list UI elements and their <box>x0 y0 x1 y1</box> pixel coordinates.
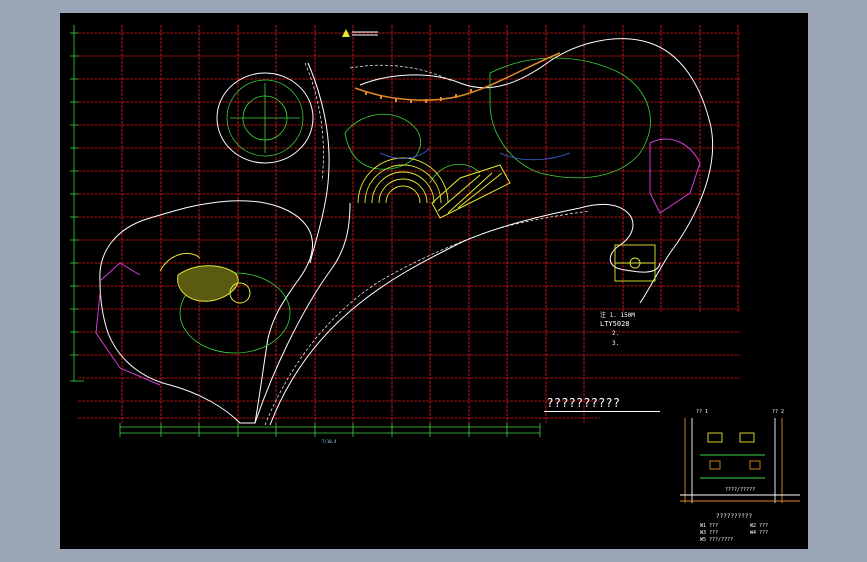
note-line-2: 2. <box>612 330 620 337</box>
road-lines <box>264 62 591 426</box>
promenade-marks <box>365 89 472 103</box>
note-1-value: 150M <box>620 312 635 319</box>
basketball-court <box>614 244 656 282</box>
detail-legend-5: W5 ???/???? <box>700 537 734 543</box>
detail-legend-1: W1 ??? <box>700 523 719 529</box>
water <box>379 147 571 161</box>
landscape-yellow <box>159 164 511 304</box>
note-code: LTY5028 <box>600 320 630 328</box>
left-axis <box>70 25 84 382</box>
landscape-magenta <box>95 138 701 386</box>
site-boundary <box>99 38 714 426</box>
note-line-1: 注 1. 150M <box>600 313 635 319</box>
bottom-dimension <box>119 423 541 437</box>
detail-label-right: ?? 2 <box>772 409 785 415</box>
drawing-title: ?????????? <box>547 396 621 410</box>
detail-legend-2: W2 ??? <box>750 523 769 529</box>
cad-viewport[interactable]: 注 1. 150M LTY5028 2. 3. ?????????? 7/10.… <box>60 13 808 549</box>
grid-lines <box>78 25 740 423</box>
detail-caption: ?????????? <box>716 513 753 520</box>
title-underline <box>544 411 660 412</box>
amphitheatre <box>357 157 449 204</box>
note-1-prefix: 注 1. <box>600 312 621 319</box>
dimension-label: 7/10.4 <box>322 439 337 444</box>
site-plan-drawing <box>70 25 800 503</box>
note-line-3: 3. <box>612 340 620 347</box>
detail-legend-4: W4 ??? <box>750 530 769 536</box>
detail-label-left: ?? 1 <box>696 409 709 415</box>
detail-legend-3: W3 ??? <box>700 530 719 536</box>
detail-base-label: ????/????? <box>725 487 756 493</box>
